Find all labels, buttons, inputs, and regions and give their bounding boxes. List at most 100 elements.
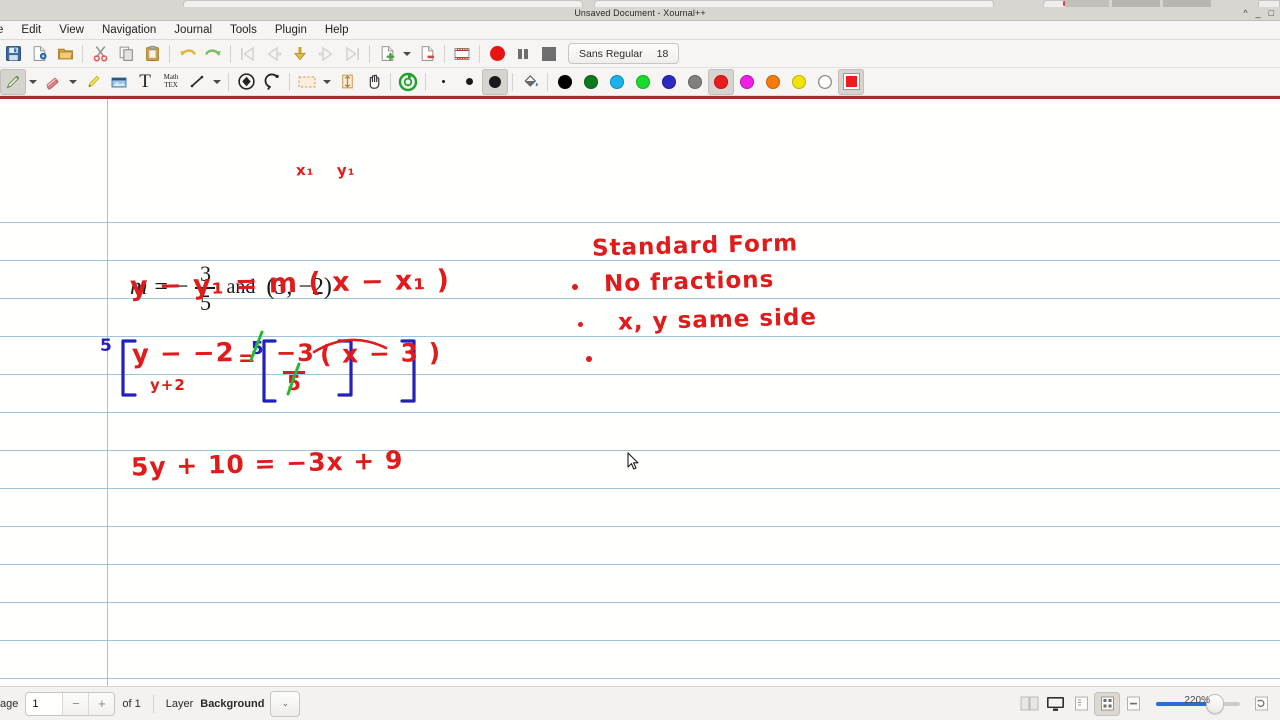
menu-view[interactable]: View [50,21,93,40]
os-window-button-4[interactable] [1163,0,1211,7]
hand-tool-icon[interactable] [360,69,386,95]
zoom-slider[interactable]: 220% [1156,692,1240,716]
menu-file[interactable]: e [0,21,12,40]
toolbar-separator [512,72,513,91]
zoom-reset-icon[interactable] [1248,692,1274,716]
os-window-button-3[interactable] [1112,0,1160,7]
next-page-icon[interactable] [313,41,339,67]
os-window-button-5[interactable] [1258,0,1280,7]
cut-icon[interactable] [87,41,113,67]
os-tab-2[interactable] [594,0,994,7]
os-window-strip [0,0,1280,7]
color-orange[interactable] [760,69,786,95]
pen-dropdown-icon[interactable] [26,69,40,95]
window-controls: ^ _ □ [1243,9,1274,18]
paste-icon[interactable] [139,41,165,67]
menu-help[interactable]: Help [316,21,358,40]
save-icon[interactable] [0,41,26,67]
dual-page-view-icon[interactable] [1016,692,1042,716]
os-window-button-2[interactable] [1065,0,1109,7]
page-number-stepper[interactable]: 1 − + [25,691,116,716]
shape-recognizer-icon[interactable] [233,69,259,95]
toolbar-separator [444,44,445,63]
toolbar-separator [228,72,229,91]
fill-tool-icon[interactable] [517,69,543,95]
line-dropdown-icon[interactable] [210,69,224,95]
page-increment-button[interactable]: + [88,692,115,715]
redo-icon[interactable] [200,41,226,67]
document-canvas[interactable]: m = − 3 5 and (3, −2) x₁ y₁ y − y₁ = m (… [0,96,1280,686]
insert-page-dropdown-icon[interactable] [400,41,414,67]
toolbar-separator [230,44,231,63]
menu-tools[interactable]: Tools [221,21,266,40]
annotation-left-multiplier: 5 [100,336,113,356]
menu-plugin[interactable]: Plugin [266,21,316,40]
window-collapse-icon[interactable]: ^ [1243,9,1247,18]
eraser-dropdown-icon[interactable] [66,69,80,95]
pen-tool-icon[interactable] [0,68,26,95]
stop-icon[interactable] [536,41,562,67]
page-count-label: of 1 [122,697,141,710]
previous-page-icon[interactable] [261,41,287,67]
zoom-fit-page-icon[interactable] [1094,691,1120,716]
fullscreen-icon[interactable] [449,41,475,67]
window-minimize-icon[interactable]: _ [1256,9,1261,18]
title-bar: Unsaved Document - Xournal++ ^ _ □ [0,7,1280,21]
annotation-left-under: y+2 [150,376,186,394]
text-tool-icon[interactable]: T [132,69,158,95]
thickness-medium[interactable] [482,68,508,95]
eraser-tool-icon[interactable] [40,69,66,95]
delete-page-icon[interactable] [414,41,440,67]
color-cyan[interactable] [604,69,630,95]
goto-page-icon[interactable] [287,41,313,67]
color-magenta[interactable] [734,69,760,95]
copy-icon[interactable] [113,41,139,67]
highlighter-tool-icon[interactable] [80,69,106,95]
color-yellow[interactable] [786,69,812,95]
undo-icon[interactable] [174,41,200,67]
lasso-select-icon[interactable] [259,69,285,95]
open-folder-icon[interactable] [52,41,78,67]
insert-page-icon[interactable] [374,41,400,67]
vertical-space-icon[interactable] [334,69,360,95]
notebook-page[interactable]: m = − 3 5 and (3, −2) x₁ y₁ y − y₁ = m (… [0,96,1280,686]
menu-journal[interactable]: Journal [165,21,221,40]
font-family-label: Sans Regular [579,47,643,60]
thickness-fine[interactable] [456,69,482,95]
zoom-out-icon[interactable] [1120,692,1146,716]
layer-dropdown-button[interactable]: ⌄ [270,690,301,717]
page-number-input[interactable]: 1 [26,698,62,710]
first-page-icon[interactable] [235,41,261,67]
last-page-icon[interactable] [339,41,365,67]
select-rectangle-icon[interactable] [294,69,320,95]
menu-edit[interactable]: Edit [12,21,50,40]
math-tex-tool-icon[interactable]: Math TEX [158,69,184,95]
os-tab-1[interactable] [183,0,583,7]
color-green[interactable] [630,69,656,95]
image-tool-icon[interactable] [106,69,132,95]
default-tool-icon[interactable] [395,69,421,95]
notes-bullet-2-dot [578,322,583,327]
new-document-icon[interactable] [26,41,52,67]
zoom-fit-width-icon[interactable] [1068,692,1094,716]
thickness-very-fine[interactable] [430,69,456,95]
color-black[interactable] [552,69,578,95]
pause-icon[interactable] [510,41,536,67]
font-button[interactable]: Sans Regular 18 [568,43,680,64]
color-picker-swatch[interactable] [838,68,864,95]
annotation-x-sub1: x₁ [295,160,315,180]
color-red[interactable] [708,68,734,95]
annotation-left-inner: y − −2 [131,338,235,370]
window-maximize-icon[interactable]: □ [1269,9,1274,18]
select-rectangle-dropdown-icon[interactable] [320,69,334,95]
color-gray[interactable] [682,69,708,95]
line-tool-icon[interactable] [184,69,210,95]
page-decrement-button[interactable]: − [62,692,89,715]
color-blue[interactable] [656,69,682,95]
color-dark-green[interactable] [578,69,604,95]
presentation-mode-icon[interactable] [1042,692,1068,716]
color-white[interactable] [812,69,838,95]
record-icon[interactable] [484,41,510,67]
menu-navigation[interactable]: Navigation [93,21,165,40]
window-title: Unsaved Document - Xournal++ [574,8,706,18]
